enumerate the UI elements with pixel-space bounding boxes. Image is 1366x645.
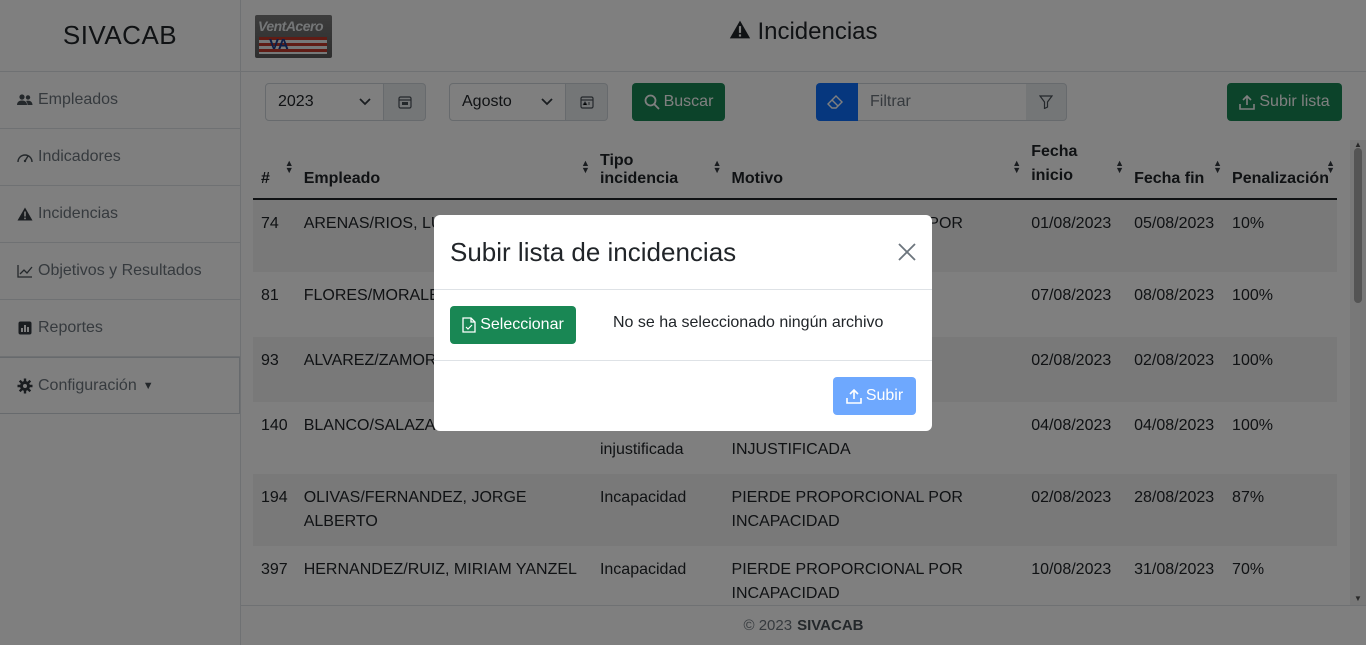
upload-icon xyxy=(846,388,862,404)
modal-body: Seleccionar No se ha seleccionado ningún… xyxy=(434,290,932,361)
file-icon xyxy=(462,317,476,333)
modal-footer: Subir xyxy=(434,361,932,431)
select-file-button[interactable]: Seleccionar xyxy=(450,306,576,344)
modal-header: Subir lista de incidencias xyxy=(434,215,932,290)
modal-title: Subir lista de incidencias xyxy=(450,236,737,267)
select-file-label: Seleccionar xyxy=(480,316,564,333)
submit-upload-button[interactable]: Subir xyxy=(833,377,916,415)
upload-modal: Subir lista de incidencias Seleccionar N… xyxy=(434,215,932,431)
close-icon[interactable] xyxy=(898,237,916,267)
no-file-text: No se ha seleccionado ningún archivo xyxy=(613,314,884,331)
submit-upload-label: Subir xyxy=(865,387,904,404)
